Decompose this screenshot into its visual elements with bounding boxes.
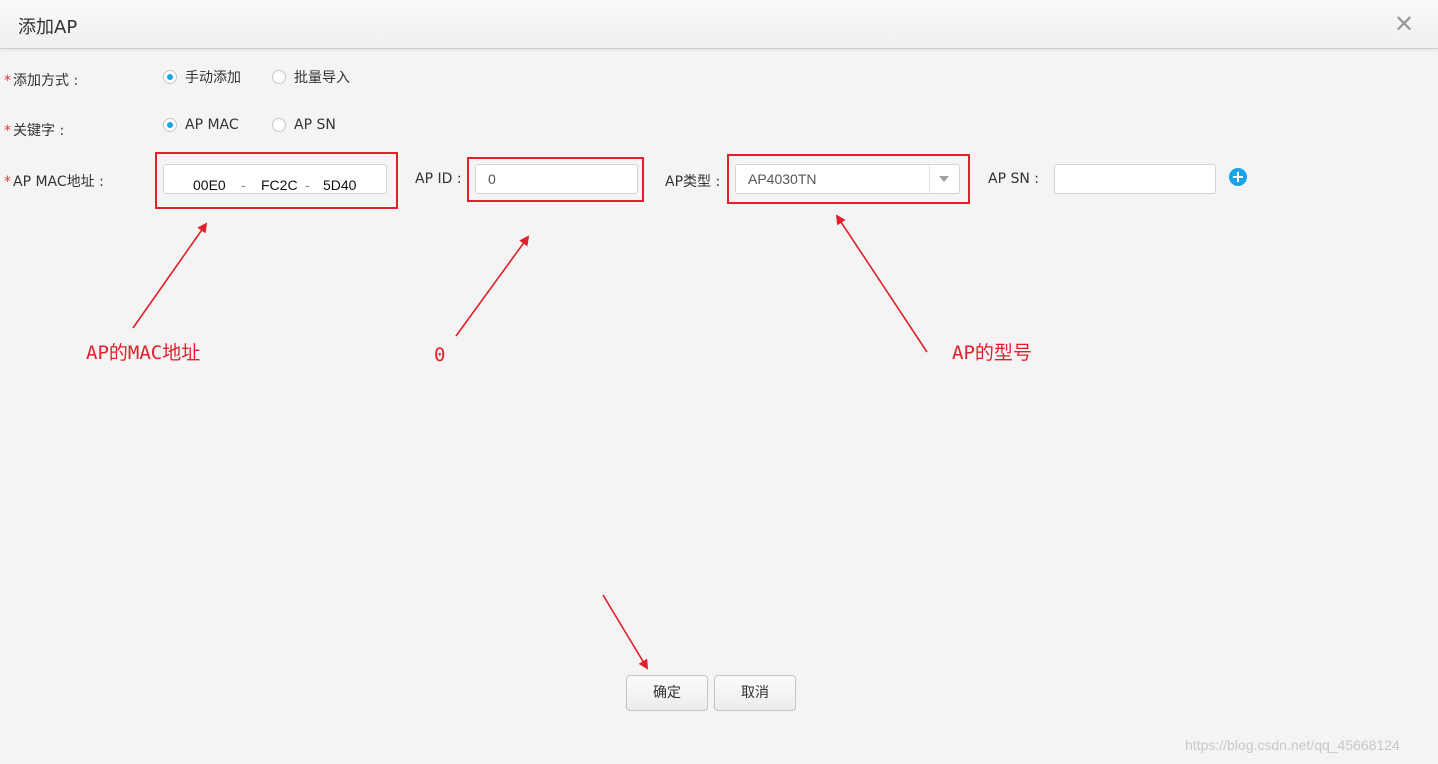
watermark: https://blog.csdn.net/qq_45668124 [1185,737,1400,753]
confirm-button[interactable]: 确定 [626,675,708,711]
cancel-button[interactable]: 取消 [714,675,796,711]
annotation-mac: AP的MAC地址 [86,342,201,364]
annotation-type: AP的型号 [952,342,1032,364]
annotation-id: 0 [434,344,446,366]
arrow-to-id [455,235,530,337]
arrow-to-confirm [602,594,649,670]
arrow-to-type [835,214,928,353]
annotation-arrows [132,214,928,670]
arrow-to-mac [132,222,208,329]
